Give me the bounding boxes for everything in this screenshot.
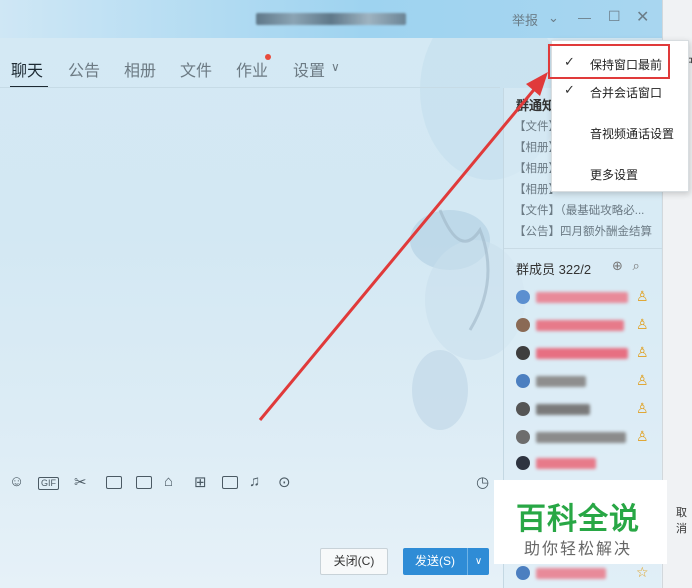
screenshot-scissors-icon[interactable]: ✂ — [74, 473, 87, 491]
notice-item[interactable]: 【公告】四月额外酬金结算 — [514, 223, 654, 239]
member-name-blurred — [536, 432, 626, 443]
avatar — [516, 456, 530, 470]
admin-badge-icon: ♙ — [636, 400, 649, 416]
members-divider — [504, 248, 662, 249]
tab-bar: 聊天 公告 相册 文件 作业 设置 ∨ — [0, 52, 500, 88]
watermark: 百科全说 助你轻松解决 — [494, 480, 667, 564]
avatar — [516, 566, 530, 580]
admin-badge-icon: ♙ — [636, 372, 649, 388]
tab-files[interactable]: 文件 — [180, 57, 212, 81]
invite-member-icon[interactable]: ⊕ — [612, 258, 623, 273]
admin-badge-icon: ♙ — [636, 288, 649, 304]
member-name-blurred — [536, 320, 624, 331]
admin-badge-icon: ♙ — [636, 428, 649, 444]
member-name-blurred — [536, 458, 596, 469]
window-title-blurred — [256, 13, 406, 25]
avatar — [516, 402, 530, 416]
gif-icon[interactable]: GIF — [38, 477, 59, 490]
maximize-icon[interactable]: ☐ — [608, 8, 621, 25]
check-icon: ✓ — [564, 82, 575, 97]
bell-icon[interactable]: ♫ — [249, 473, 260, 490]
folder-icon[interactable] — [106, 476, 122, 489]
star-badge-icon: ☆ — [636, 564, 649, 580]
member-row[interactable]: ♙ — [516, 288, 654, 306]
watermark-title: 百科全说 — [516, 503, 640, 536]
input-toolbar: ☺ GIF ✂ ⌂ ⊞ ♫ ⊙ ◷ — [0, 470, 500, 498]
watermark-subtitle: 助你轻松解决 — [524, 541, 633, 558]
member-row[interactable]: ♙ — [516, 372, 654, 390]
avatar — [516, 374, 530, 388]
send-button[interactable]: 发送(S) — [403, 548, 467, 575]
highlight-box — [548, 44, 670, 79]
search-icon[interactable]: ⌕ — [633, 258, 640, 273]
group-members-title: 群成员 322/2 — [516, 262, 592, 277]
avatar — [516, 290, 530, 304]
member-row[interactable]: ♙ — [516, 400, 654, 418]
gift-icon[interactable]: ⊞ — [194, 473, 207, 491]
group-notices-title: 群通知 — [516, 98, 556, 113]
member-name-blurred — [536, 348, 628, 359]
member-row[interactable]: ♙ — [516, 344, 654, 362]
member-name-blurred — [536, 568, 606, 579]
close-button[interactable]: 关闭(C) — [320, 548, 388, 575]
tab-chat[interactable]: 聊天 — [11, 57, 43, 81]
homework-badge-dot — [265, 54, 271, 60]
minimize-icon[interactable]: — — [578, 10, 591, 25]
avatar — [516, 346, 530, 360]
store-icon[interactable]: ⌂ — [164, 473, 173, 490]
emoji-icon[interactable]: ☺ — [9, 473, 24, 490]
members-actions: ⊕ ⌕ — [612, 258, 640, 274]
tab-albums[interactable]: 相册 — [124, 57, 156, 81]
menu-item-av-call-settings[interactable]: 音视频通话设置 — [552, 120, 690, 144]
background-cancel-button[interactable]: 取消 — [676, 504, 692, 536]
member-row[interactable]: ♙ — [516, 316, 654, 334]
tab-announcements[interactable]: 公告 — [68, 57, 100, 81]
notice-item[interactable]: 【文件】（最基础攻略必... — [514, 202, 654, 218]
member-row[interactable]: ☆ — [516, 564, 654, 582]
send-options-chevron-down-icon[interactable]: ∨ — [467, 548, 489, 575]
admin-badge-icon: ♙ — [636, 316, 649, 332]
calendar-icon[interactable] — [222, 476, 238, 489]
member-row[interactable] — [516, 454, 654, 472]
tabs-divider — [0, 87, 500, 88]
chevron-down-icon[interactable]: ⌄ — [548, 10, 559, 26]
menu-item-more-settings[interactable]: 更多设置 — [552, 161, 690, 185]
admin-badge-icon: ♙ — [636, 344, 649, 360]
report-button[interactable]: 举报 — [512, 10, 538, 29]
tab-homework[interactable]: 作业 — [236, 57, 268, 81]
settings-chevron-down-icon[interactable]: ∨ — [331, 60, 340, 74]
more-icon[interactable]: ⊙ — [278, 473, 291, 491]
clock-icon[interactable]: ◷ — [476, 473, 489, 491]
avatar — [516, 318, 530, 332]
close-icon[interactable]: ✕ — [636, 7, 649, 27]
member-name-blurred — [536, 404, 590, 415]
menu-item-merge-windows[interactable]: ✓ 合并会话窗口 — [552, 79, 690, 103]
image-icon[interactable] — [136, 476, 152, 489]
member-name-blurred — [536, 292, 628, 303]
title-bar: 举报 ⌄ — ☐ ✕ — [0, 0, 662, 38]
member-row[interactable]: ♙ — [516, 428, 654, 446]
avatar — [516, 430, 530, 444]
tab-settings[interactable]: 设置 — [293, 57, 325, 81]
member-name-blurred — [536, 376, 586, 387]
